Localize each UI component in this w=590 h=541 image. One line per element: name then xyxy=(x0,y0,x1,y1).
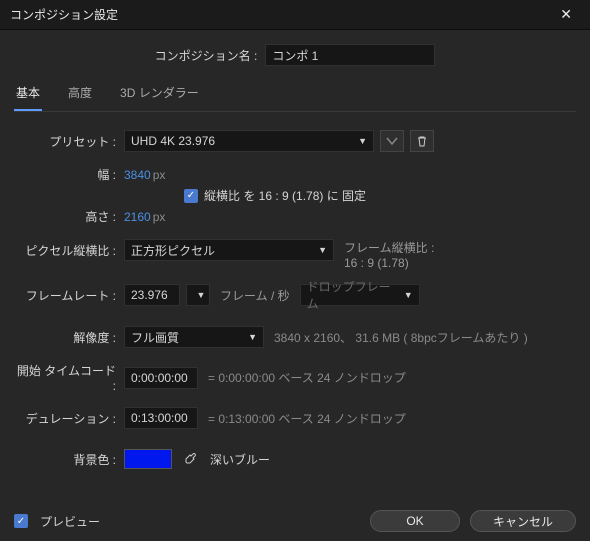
height-label: 高さ : xyxy=(14,208,124,225)
close-icon[interactable]: ✕ xyxy=(552,2,580,27)
dropframe-select: ドロップフレーム ▼ xyxy=(300,284,420,306)
chevron-down-icon: ▼ xyxy=(318,245,327,255)
pixel-aspect-select[interactable]: 正方形ピクセル ▼ xyxy=(124,239,334,261)
comp-name-input[interactable] xyxy=(265,44,435,66)
lock-aspect-checkbox[interactable]: ✓ xyxy=(184,189,198,203)
tab-advanced[interactable]: 高度 xyxy=(66,80,94,111)
preset-select[interactable]: UHD 4K 23.976 ▼ xyxy=(124,130,374,152)
tab-basic[interactable]: 基本 xyxy=(14,80,42,111)
chevron-down-icon: ▼ xyxy=(248,332,257,342)
width-value[interactable]: 3840 xyxy=(124,168,151,182)
framerate-unit: フレーム / 秒 xyxy=(220,287,290,304)
ok-button[interactable]: OK xyxy=(370,510,460,532)
height-value[interactable]: 2160 xyxy=(124,210,151,224)
bgcolor-swatch[interactable] xyxy=(124,449,172,469)
chevron-down-icon: ▼ xyxy=(358,136,367,146)
width-unit: px xyxy=(153,168,166,182)
preset-value: UHD 4K 23.976 xyxy=(131,134,215,148)
eyedropper-icon[interactable] xyxy=(180,451,200,467)
start-timecode-input[interactable] xyxy=(124,367,198,389)
cancel-button[interactable]: キャンセル xyxy=(470,510,576,532)
comp-name-label: コンポジション名 : xyxy=(155,47,266,64)
dialog-title: コンポジション設定 xyxy=(10,6,118,23)
width-label: 幅 : xyxy=(14,166,124,183)
preset-label: プリセット : xyxy=(14,133,124,150)
height-unit: px xyxy=(153,210,166,224)
bgcolor-label: 背景色 : xyxy=(14,451,124,468)
save-preset-button[interactable] xyxy=(380,130,404,152)
preview-label: プレビュー xyxy=(40,513,100,530)
resolution-value: フル画質 xyxy=(131,329,179,346)
pixel-aspect-value: 正方形ピクセル xyxy=(131,242,215,259)
framerate-menu[interactable]: ▼ xyxy=(186,284,210,306)
lock-aspect-label: 縦横比 を 16 : 9 (1.78) に 固定 xyxy=(204,187,366,204)
duration-label: デュレーション : xyxy=(14,410,124,427)
titlebar: コンポジション設定 ✕ xyxy=(0,0,590,30)
resolution-label: 解像度 : xyxy=(14,329,124,346)
pixel-aspect-label: ピクセル縦横比 : xyxy=(14,239,124,259)
tab-3d-renderer[interactable]: 3D レンダラー xyxy=(118,80,201,111)
frame-aspect-info: フレーム縦横比 : 16 : 9 (1.78) xyxy=(344,239,434,270)
delete-preset-button[interactable] xyxy=(410,130,434,152)
framerate-label: フレームレート : xyxy=(14,287,124,304)
frame-aspect-label: フレーム縦横比 : xyxy=(344,239,434,256)
dropframe-value: ドロップフレーム xyxy=(307,278,398,312)
frame-aspect-value: 16 : 9 (1.78) xyxy=(344,256,434,270)
duration-info: = 0:13:00:00 ベース 24 ノンドロップ xyxy=(208,410,406,427)
footer: ✓ プレビュー OK キャンセル xyxy=(0,501,590,541)
start-timecode-label: 開始 タイムコード : xyxy=(14,362,124,393)
framerate-input[interactable] xyxy=(124,284,180,306)
resolution-info: 3840 x 2160、 31.6 MB ( 8bpcフレームあたり ) xyxy=(274,329,528,346)
start-timecode-info: = 0:00:00:00 ベース 24 ノンドロップ xyxy=(208,369,406,386)
resolution-select[interactable]: フル画質 ▼ xyxy=(124,326,264,348)
chevron-down-icon: ▼ xyxy=(197,290,206,300)
bgcolor-name: 深いブルー xyxy=(210,451,270,468)
chevron-down-icon: ▼ xyxy=(404,290,413,300)
duration-input[interactable] xyxy=(124,407,198,429)
tabs: 基本 高度 3D レンダラー xyxy=(14,80,576,112)
preview-checkbox[interactable]: ✓ xyxy=(14,514,28,528)
